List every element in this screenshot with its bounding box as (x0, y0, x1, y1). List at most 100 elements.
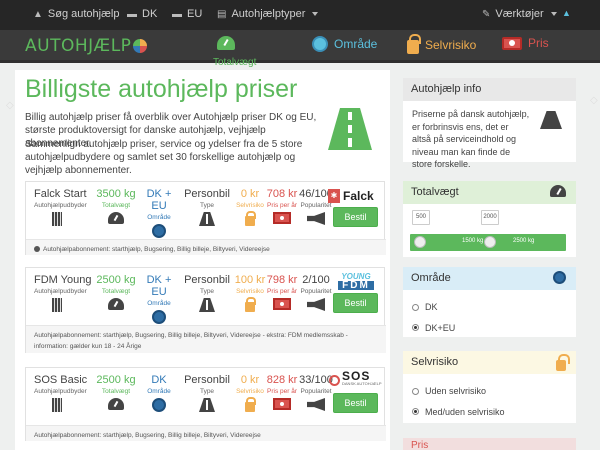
nav-price-label: Pris (528, 36, 549, 50)
order-button[interactable]: Bestil (333, 207, 378, 227)
slider-handle-max[interactable] (484, 236, 496, 248)
type-caption: Type (199, 388, 215, 395)
type-cell: Personbil Type (184, 374, 230, 412)
offer-popularity: 2/100 (302, 274, 330, 286)
pie-logo-icon (133, 39, 148, 53)
nav-price[interactable]: Pris (502, 36, 549, 50)
sos-logo-subtext: DANSK AUTOHJÆLP (342, 381, 382, 386)
search-autohelp-link[interactable]: ▲ Søg autohjælp (33, 8, 119, 20)
area-cell: DK + EU Område (139, 274, 179, 324)
offer-price: 798 kr (266, 274, 298, 286)
road-icon (328, 108, 372, 150)
money-icon (273, 212, 291, 224)
radio-button[interactable] (412, 303, 419, 311)
deductible-cell: 100 kr Selvrisiko (232, 274, 268, 312)
offer-weight: 3500 kg (96, 188, 136, 200)
sidebar-deductible-options: Uden selvrisiko Med/uden selvrisiko (403, 374, 576, 433)
decor-shape: ◇ (6, 100, 14, 111)
nav-deductible[interactable]: Selvrisiko (407, 34, 476, 54)
area-option-label: DK (425, 302, 438, 312)
offer-note: Autohjælpabonnement: starthjælp, Bugseri… (26, 425, 386, 441)
offer-note: Autohjælpabonnement: starthjælp, Bugseri… (26, 325, 386, 353)
offer-area-2: EU (151, 286, 167, 298)
megaphone-icon (307, 398, 325, 411)
sidebar-weight-header: Totalvægt (403, 181, 576, 204)
popularity-caption: Popularitet (300, 288, 332, 295)
globe-icon (312, 36, 328, 52)
deductible-option-label: Uden selvrisiko (425, 386, 487, 396)
weight-cell: 2500 kg Totalvægt (96, 374, 136, 410)
type-cell: Personbil Type (184, 274, 230, 312)
lock-icon (245, 397, 256, 412)
provider-cell: Falck Start Autohjælpudbyder (34, 188, 94, 226)
area-option-dk-eu[interactable]: DK+EU (412, 322, 567, 335)
offer-area-1: DK + (146, 188, 172, 200)
dk-link[interactable]: ▬ DK (127, 8, 157, 20)
deductible-option-label: Med/uden selvrisiko (425, 406, 505, 417)
deductible-option-with-without[interactable]: Med/uden selvrisiko (412, 406, 567, 419)
road-icon (199, 212, 215, 226)
offer-note-text: Autohjælpabonnement: starthjælp, Bugseri… (34, 432, 261, 439)
offer-weight: 2500 kg (96, 274, 136, 286)
sidebar-info-body: Priserne på dansk autohjælp, er forbrins… (403, 101, 576, 178)
provider-cell: FDM Young Autohjælpudbyder (34, 274, 94, 312)
order-button[interactable]: Bestil (333, 393, 378, 413)
offer-name: SOS Basic (34, 374, 88, 386)
weight-max-input[interactable]: 2000 (481, 210, 499, 225)
falck-logo: ✱ Falck (328, 188, 378, 204)
sidebar-area-options: DK DK+EU (403, 290, 576, 349)
autohelp-types-dropdown[interactable]: ▤ Autohjælptyper (217, 8, 319, 20)
building-icon (52, 298, 62, 312)
eu-label: EU (187, 8, 203, 20)
offer-price: 708 kr (266, 188, 298, 200)
radio-button-checked[interactable] (412, 324, 419, 332)
weight-cell: 3500 kg Totalvægt (96, 188, 136, 224)
offer-area-1: DK (151, 374, 167, 386)
area-cell: DK + EU Område (139, 188, 179, 238)
type-caption: Type (199, 202, 215, 209)
area-cell: DK Område (139, 374, 179, 412)
nav-area-label: Område (334, 37, 378, 51)
page-title: Billigste autohjælp priser (25, 75, 298, 103)
road-icon (199, 398, 215, 412)
area-option-label: DK+EU (425, 322, 456, 333)
globe-icon (152, 310, 166, 324)
radio-button[interactable] (412, 387, 419, 395)
intro-paragraph-2: Sammenlign autohjælp priser, service og … (25, 139, 303, 176)
nav-weight[interactable] (217, 36, 235, 50)
tools-dropdown[interactable]: ✎ Værktøjer (482, 8, 557, 20)
price-cell: 708 kr Pris per år (264, 188, 300, 224)
falck-logo-text: Falck (343, 189, 374, 203)
radio-button-checked[interactable] (412, 408, 419, 416)
wrench-icon: ✎ (482, 8, 491, 20)
deductible-caption: Selvrisiko (236, 388, 264, 395)
weight-cell: 2500 kg Totalvægt (96, 274, 136, 310)
offer-card-fdm-young: FDM Young Autohjælpudbyder 2500 kg Total… (25, 267, 386, 353)
lock-icon (245, 297, 256, 312)
order-button[interactable]: Bestil (333, 293, 378, 313)
car-icon: ▬ (172, 8, 182, 20)
price-cell: 828 kr Pris per år (264, 374, 300, 410)
offer-type: Personbil (184, 274, 230, 286)
gauge-icon (550, 185, 566, 197)
sidebar-info-text: Priserne på dansk autohjælp, er forbrins… (412, 109, 530, 169)
scroll-top-icon[interactable]: ▲ (562, 8, 571, 18)
offer-deductible: 0 kr (240, 374, 260, 386)
weight-caption: Totalvægt (101, 288, 131, 295)
site-logo[interactable]: AUTOHJÆLP (25, 36, 148, 56)
road-icon (199, 298, 215, 312)
globe-icon (152, 398, 166, 412)
offer-name: FDM Young (34, 274, 92, 286)
deductible-option-none[interactable]: Uden selvrisiko (412, 385, 567, 398)
chevron-down-icon (550, 12, 557, 16)
weight-min-input[interactable]: 500 (412, 210, 430, 225)
slider-handle-min[interactable] (414, 236, 426, 248)
price-caption: Pris per år (267, 388, 297, 395)
offer-area-2: EU (151, 200, 167, 212)
weight-caption: Totalvægt (101, 202, 131, 209)
eu-link[interactable]: ▬ EU (172, 8, 202, 20)
area-option-dk[interactable]: DK (412, 301, 567, 314)
nav-area[interactable]: Område (312, 36, 377, 52)
gauge-icon (217, 36, 235, 50)
info-icon (34, 246, 40, 252)
